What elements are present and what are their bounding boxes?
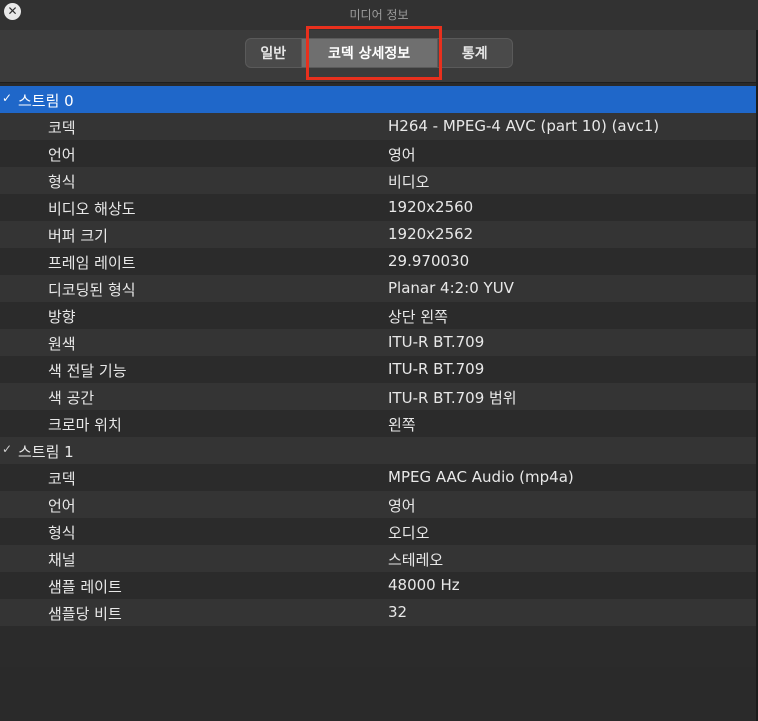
title-bar: ✕ 미디어 정보 bbox=[0, 0, 758, 30]
property-value: Planar 4:2:0 YUV bbox=[388, 279, 514, 297]
property-value: 비디오 bbox=[388, 173, 430, 191]
property-key: 형식 bbox=[48, 524, 76, 542]
list-item[interactable]: 형식 비디오 bbox=[0, 167, 758, 194]
list-item[interactable]: 코덱 H264 - MPEG-4 AVC (part 10) (avc1) bbox=[0, 113, 758, 140]
property-value: 32 bbox=[388, 603, 408, 621]
property-key: 프레임 레이트 bbox=[48, 254, 136, 272]
property-value: MPEG AAC Audio (mp4a) bbox=[388, 468, 574, 486]
property-value: 영어 bbox=[388, 146, 416, 164]
property-key: 코덱 bbox=[48, 470, 76, 488]
property-key: 언어 bbox=[48, 497, 76, 515]
stream-header-1[interactable]: ✓ 스트림 1 bbox=[0, 437, 758, 464]
toolbar: 일반 코덱 상세정보 통계 bbox=[0, 30, 758, 83]
tab-codec-details[interactable]: 코덱 상세정보 bbox=[301, 39, 437, 67]
list-item[interactable]: 색 공간 ITU-R BT.709 범위 bbox=[0, 383, 758, 410]
tab-segmented-control: 일반 코덱 상세정보 통계 bbox=[245, 38, 513, 68]
property-value: 오디오 bbox=[388, 524, 430, 542]
property-key: 버퍼 크기 bbox=[48, 227, 108, 245]
property-value: 상단 왼쪽 bbox=[388, 308, 448, 326]
stream-header-0[interactable]: ✓ 스트림 0 bbox=[0, 86, 758, 113]
property-value: 영어 bbox=[388, 497, 416, 515]
property-key: 채널 bbox=[48, 551, 76, 569]
list-item[interactable]: 형식 오디오 bbox=[0, 518, 758, 545]
chevron-down-icon[interactable]: ✓ bbox=[2, 91, 12, 105]
property-value: 48000 Hz bbox=[388, 576, 460, 594]
list-item[interactable]: 샘플 레이트 48000 Hz bbox=[0, 572, 758, 599]
property-key: 색 공간 bbox=[48, 389, 95, 407]
property-key: 샘플당 비트 bbox=[48, 605, 122, 623]
tab-general[interactable]: 일반 bbox=[246, 39, 302, 67]
property-key: 크로마 위치 bbox=[48, 416, 122, 434]
chevron-down-icon[interactable]: ✓ bbox=[2, 442, 12, 456]
property-key: 색 전달 기능 bbox=[48, 362, 127, 380]
list-item[interactable]: 프레임 레이트 29.970030 bbox=[0, 248, 758, 275]
list-item[interactable]: 디코딩된 형식 Planar 4:2:0 YUV bbox=[0, 275, 758, 302]
list-item[interactable]: 샘플당 비트 32 bbox=[0, 599, 758, 626]
property-value: 스테레오 bbox=[388, 551, 444, 569]
list-empty-area bbox=[0, 626, 758, 667]
property-key: 원색 bbox=[48, 335, 76, 353]
property-value: 왼쪽 bbox=[388, 416, 416, 434]
property-key: 코덱 bbox=[48, 119, 76, 137]
stream-name: 스트림 0 bbox=[18, 92, 74, 110]
property-value: 1920x2562 bbox=[388, 225, 474, 243]
property-value: ITU-R BT.709 범위 bbox=[388, 389, 517, 407]
property-key: 디코딩된 형식 bbox=[48, 281, 136, 299]
property-value: ITU-R BT.709 bbox=[388, 360, 485, 378]
tab-statistics[interactable]: 통계 bbox=[436, 39, 512, 67]
list-item[interactable]: 언어 영어 bbox=[0, 491, 758, 518]
property-key: 샘플 레이트 bbox=[48, 578, 122, 596]
list-item[interactable]: 코덱 MPEG AAC Audio (mp4a) bbox=[0, 464, 758, 491]
list-item[interactable]: 채널 스테레오 bbox=[0, 545, 758, 572]
codec-details-list: ✓ 스트림 0 코덱 H264 - MPEG-4 AVC (part 10) (a… bbox=[0, 86, 758, 667]
property-key: 형식 bbox=[48, 173, 76, 191]
stream-name: 스트림 1 bbox=[18, 443, 74, 461]
property-key: 언어 bbox=[48, 146, 76, 164]
property-value: 1920x2560 bbox=[388, 198, 474, 216]
property-key: 비디오 해상도 bbox=[48, 200, 136, 218]
list-item[interactable]: 버퍼 크기 1920x2562 bbox=[0, 221, 758, 248]
list-item[interactable]: 크로마 위치 왼쪽 bbox=[0, 410, 758, 437]
property-value: ITU-R BT.709 bbox=[388, 333, 485, 351]
property-value: 29.970030 bbox=[388, 252, 470, 270]
property-value: H264 - MPEG-4 AVC (part 10) (avc1) bbox=[388, 117, 660, 135]
list-item[interactable]: 비디오 해상도 1920x2560 bbox=[0, 194, 758, 221]
media-info-window: ✕ 미디어 정보 일반 코덱 상세정보 통계 ✓ 스트림 0 코덱 H264 - … bbox=[0, 0, 758, 721]
list-item[interactable]: 방향 상단 왼쪽 bbox=[0, 302, 758, 329]
property-key: 방향 bbox=[48, 308, 76, 326]
window-title: 미디어 정보 bbox=[349, 8, 409, 22]
list-item[interactable]: 원색 ITU-R BT.709 bbox=[0, 329, 758, 356]
list-item[interactable]: 색 전달 기능 ITU-R BT.709 bbox=[0, 356, 758, 383]
list-item[interactable]: 언어 영어 bbox=[0, 140, 758, 167]
